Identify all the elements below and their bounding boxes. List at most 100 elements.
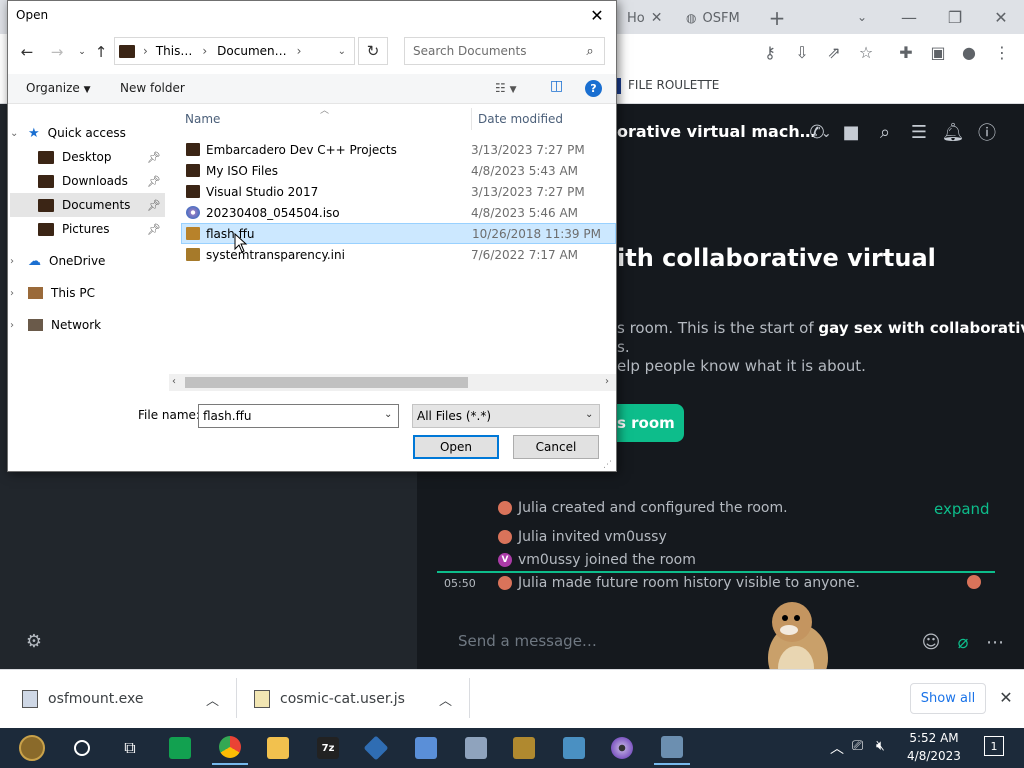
app-icon-4[interactable]	[556, 731, 592, 765]
emoji-icon[interactable]: ☺	[919, 630, 943, 654]
video-call-icon[interactable]: ■	[838, 120, 864, 144]
search-taskbar-icon[interactable]	[64, 731, 100, 765]
chevron-down-icon[interactable]: ⌄	[585, 409, 593, 420]
restore-button[interactable]: ❐	[941, 3, 969, 31]
chevron-up-icon[interactable]: ︿	[206, 690, 219, 709]
bookmark-file-roulette[interactable]: FILE ROULETTE	[628, 78, 719, 92]
disc-icon[interactable]	[604, 731, 640, 765]
scroll-left-icon[interactable]: ‹	[172, 376, 176, 387]
app-icon-2[interactable]	[458, 731, 494, 765]
install-icon[interactable]: ⇩	[788, 38, 816, 66]
close-icon[interactable]: ✕	[583, 4, 611, 26]
clock-date[interactable]: 4/8/2023	[906, 749, 962, 763]
gear-icon[interactable]: ⚙	[24, 631, 44, 652]
close-icon[interactable]: ✕	[996, 687, 1016, 707]
preview-pane-icon[interactable]: ◫	[550, 78, 563, 94]
chevron-down-icon[interactable]: ⌄	[384, 409, 392, 420]
invite-button[interactable]: s room	[617, 404, 684, 442]
download-item[interactable]: osfmount.exe	[22, 682, 144, 716]
green-app-icon[interactable]	[162, 731, 198, 765]
chevron-up-icon[interactable]: ︿	[439, 690, 452, 709]
scroll-right-icon[interactable]: ›	[605, 376, 609, 387]
breadcrumb-item[interactable]: This…	[156, 44, 193, 58]
expand-link[interactable]: expand	[934, 500, 990, 518]
scrollbar-thumb[interactable]	[185, 377, 468, 388]
extensions-icon[interactable]: ✚	[892, 38, 920, 66]
app-icon-1[interactable]	[408, 731, 444, 765]
7zip-icon[interactable]: 7z	[310, 731, 346, 765]
show-all-button[interactable]: Show all	[910, 683, 986, 714]
chevron-down-icon[interactable]: ⌄	[338, 46, 346, 57]
star-icon[interactable]: ☆	[852, 38, 880, 66]
menu-icon[interactable]: ⋮	[988, 38, 1016, 66]
room-info-icon[interactable]: ⓘ	[974, 120, 1000, 144]
address-bar[interactable]: › This… › Documen… › ⌄	[114, 37, 355, 65]
file-row[interactable]: Embarcadero Dev C++ Projects 3/13/2023 7…	[181, 139, 616, 160]
resize-grip-icon[interactable]: ⋰	[603, 460, 612, 470]
minimize-button[interactable]: —	[895, 3, 923, 31]
network-icon[interactable]: ⎚	[852, 738, 863, 754]
profile-icon[interactable]: ●	[955, 38, 983, 66]
nav-documents[interactable]: Documents 📌︎	[10, 193, 165, 217]
virtualbox-icon[interactable]	[358, 731, 394, 765]
column-divider[interactable]	[471, 108, 472, 130]
folder-icon	[38, 150, 54, 164]
column-header-date[interactable]: Date modified	[478, 112, 563, 126]
search-input[interactable]: Search Documents	[404, 37, 605, 65]
view-options-icon[interactable]: ☷ ▼	[495, 81, 517, 95]
file-explorer-icon[interactable]	[260, 731, 296, 765]
up-icon[interactable]: ↑	[89, 40, 113, 64]
new-tab-button[interactable]: +	[763, 4, 791, 32]
side-panel-icon[interactable]: ▣	[924, 38, 952, 66]
nav-onedrive[interactable]: › ☁ OneDrive	[10, 249, 165, 273]
voice-call-icon[interactable]: ✆	[804, 120, 830, 144]
help-icon[interactable]: ?	[585, 80, 602, 97]
browser-tab-2[interactable]: ◍ OSFM	[676, 4, 768, 32]
column-header-name[interactable]: Name	[185, 112, 220, 126]
tab-search-icon[interactable]: ⌄	[848, 3, 876, 31]
task-view-icon[interactable]: ⧉	[112, 731, 148, 765]
search-icon[interactable]: ⌕	[872, 120, 898, 144]
open-button[interactable]: Open	[413, 435, 499, 459]
file-name-input[interactable]: flash.ffu	[198, 404, 399, 428]
threads-icon[interactable]: ☰	[906, 120, 932, 144]
key-icon[interactable]: ⚷	[756, 38, 784, 66]
osfmount-icon[interactable]	[654, 731, 690, 765]
nav-quick-access[interactable]: ⌄ ★ Quick access	[10, 121, 165, 145]
cancel-button[interactable]: Cancel	[513, 435, 599, 459]
volume-muted-icon[interactable]: 🔇︎	[876, 738, 885, 754]
notifications-icon[interactable]: 1	[984, 736, 1004, 756]
share-icon[interactable]: ⇗	[820, 38, 848, 66]
file-row[interactable]: 20230408_054504.iso 4/8/2023 5:46 AM	[181, 202, 616, 223]
nav-desktop[interactable]: Desktop 📌︎	[10, 145, 165, 169]
close-tab-icon[interactable]: ✕	[651, 10, 663, 26]
notifications-icon[interactable]: 🔔︎	[940, 120, 966, 144]
read-receipt-avatar[interactable]	[967, 575, 981, 589]
new-folder-button[interactable]: New folder	[120, 81, 185, 95]
event-text: Julia made future room history visible t…	[518, 575, 860, 591]
message-composer[interactable]: Send a message…	[458, 632, 597, 650]
more-options-icon[interactable]: ⋯	[983, 630, 1007, 654]
app-icon-3[interactable]	[506, 731, 542, 765]
file-type-select[interactable]: All Files (*.*)	[412, 404, 600, 428]
attachment-icon[interactable]: ⌀	[951, 630, 975, 654]
download-item[interactable]: cosmic-cat.user.js	[254, 682, 405, 716]
close-window-button[interactable]: ✕	[987, 3, 1015, 31]
chrome-icon[interactable]	[212, 731, 248, 765]
file-row[interactable]: Visual Studio 2017 3/13/2023 7:27 PM	[181, 181, 616, 202]
clock-time[interactable]: 5:52 AM	[906, 731, 962, 745]
file-row[interactable]: My ISO Files 4/8/2023 5:43 AM	[181, 160, 616, 181]
nav-downloads[interactable]: Downloads 📌︎	[10, 169, 165, 193]
room-title[interactable]: orative virtual mach… ⌄	[617, 122, 831, 141]
forward-icon[interactable]: →	[45, 40, 69, 64]
organize-menu[interactable]: Organize ▼	[26, 81, 91, 95]
nav-this-pc[interactable]: › This PC	[10, 281, 165, 305]
nav-pictures[interactable]: Pictures 📌︎	[10, 217, 165, 241]
browser-tab-1[interactable]: Ho ✕	[617, 4, 672, 32]
nav-network[interactable]: › Network	[10, 313, 165, 337]
breadcrumb-item[interactable]: Documen…	[217, 44, 286, 58]
back-icon[interactable]: ←	[15, 40, 39, 64]
chevron-up-icon[interactable]: ︿	[830, 738, 844, 758]
refresh-icon[interactable]: ↻	[358, 37, 388, 65]
start-button[interactable]	[14, 731, 50, 765]
